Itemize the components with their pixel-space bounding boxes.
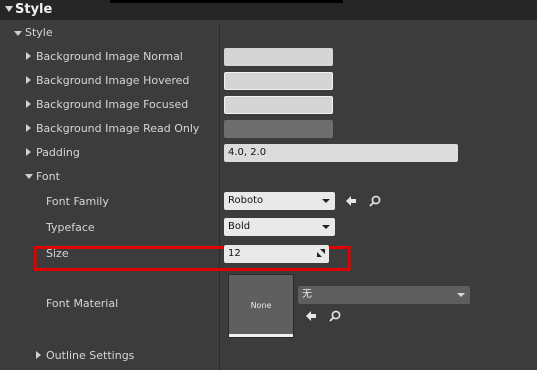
- padding-label: Padding: [36, 146, 80, 159]
- spin-drag-icon[interactable]: [317, 249, 325, 257]
- size-label: Size: [46, 247, 69, 260]
- browse-search-icon[interactable]: [368, 194, 382, 208]
- thumbnail-label: None: [250, 301, 272, 310]
- expand-arrow-icon[interactable]: [26, 100, 31, 108]
- expand-arrow-icon[interactable]: [26, 148, 31, 156]
- header-strip: [110, 0, 343, 3]
- panel-title: Style: [15, 2, 53, 17]
- font-material-value: 无: [302, 289, 312, 300]
- font-family-label: Font Family: [46, 195, 109, 208]
- typeface-value: Bold: [228, 221, 251, 232]
- font-material-dropdown[interactable]: 无: [298, 286, 470, 304]
- expand-arrow-icon[interactable]: [26, 124, 31, 132]
- expand-arrow-icon[interactable]: [14, 31, 22, 36]
- font-family-value: Roboto: [228, 195, 264, 206]
- bg-focused-swatch[interactable]: [224, 96, 333, 114]
- expand-arrow-icon[interactable]: [25, 174, 33, 179]
- material-thumbnail[interactable]: None: [228, 274, 294, 338]
- bg-hovered-label: Background Image Hovered: [36, 74, 190, 87]
- browse-search-icon[interactable]: [328, 309, 342, 323]
- bg-focused-label: Background Image Focused: [36, 98, 189, 111]
- bg-readonly-label: Background Image Read Only: [36, 122, 200, 135]
- font-label: Font: [36, 170, 60, 183]
- bg-readonly-swatch[interactable]: [224, 120, 333, 138]
- details-panel-header: Style: [0, 0, 537, 20]
- padding-field[interactable]: 4.0, 2.0: [224, 144, 458, 162]
- outline-settings-label: Outline Settings: [46, 349, 135, 362]
- font-family-dropdown[interactable]: Roboto: [224, 192, 335, 210]
- expand-arrow-icon[interactable]: [36, 351, 41, 359]
- chevron-down-icon: [322, 199, 330, 203]
- bg-normal-label: Background Image Normal: [36, 50, 183, 63]
- font-material-label: Font Material: [46, 297, 119, 310]
- section-style-label: Style: [25, 26, 53, 39]
- expand-arrow-icon[interactable]: [26, 76, 31, 84]
- bg-normal-swatch[interactable]: [224, 48, 333, 66]
- bg-hovered-swatch[interactable]: [224, 72, 333, 90]
- column-divider[interactable]: [219, 24, 220, 370]
- typeface-dropdown[interactable]: Bold: [224, 218, 335, 236]
- expand-arrow-icon[interactable]: [26, 52, 31, 60]
- chevron-down-icon: [322, 225, 330, 229]
- typeface-label: Typeface: [46, 221, 95, 234]
- thumbnail-bar: [229, 334, 293, 337]
- use-selected-arrow-icon[interactable]: [344, 194, 358, 208]
- chevron-down-icon: [457, 293, 465, 297]
- size-value: 12: [228, 248, 241, 259]
- use-selected-arrow-icon[interactable]: [304, 309, 318, 323]
- collapse-triangle-icon[interactable]: [5, 6, 13, 12]
- size-numeric-field[interactable]: 12: [224, 245, 329, 263]
